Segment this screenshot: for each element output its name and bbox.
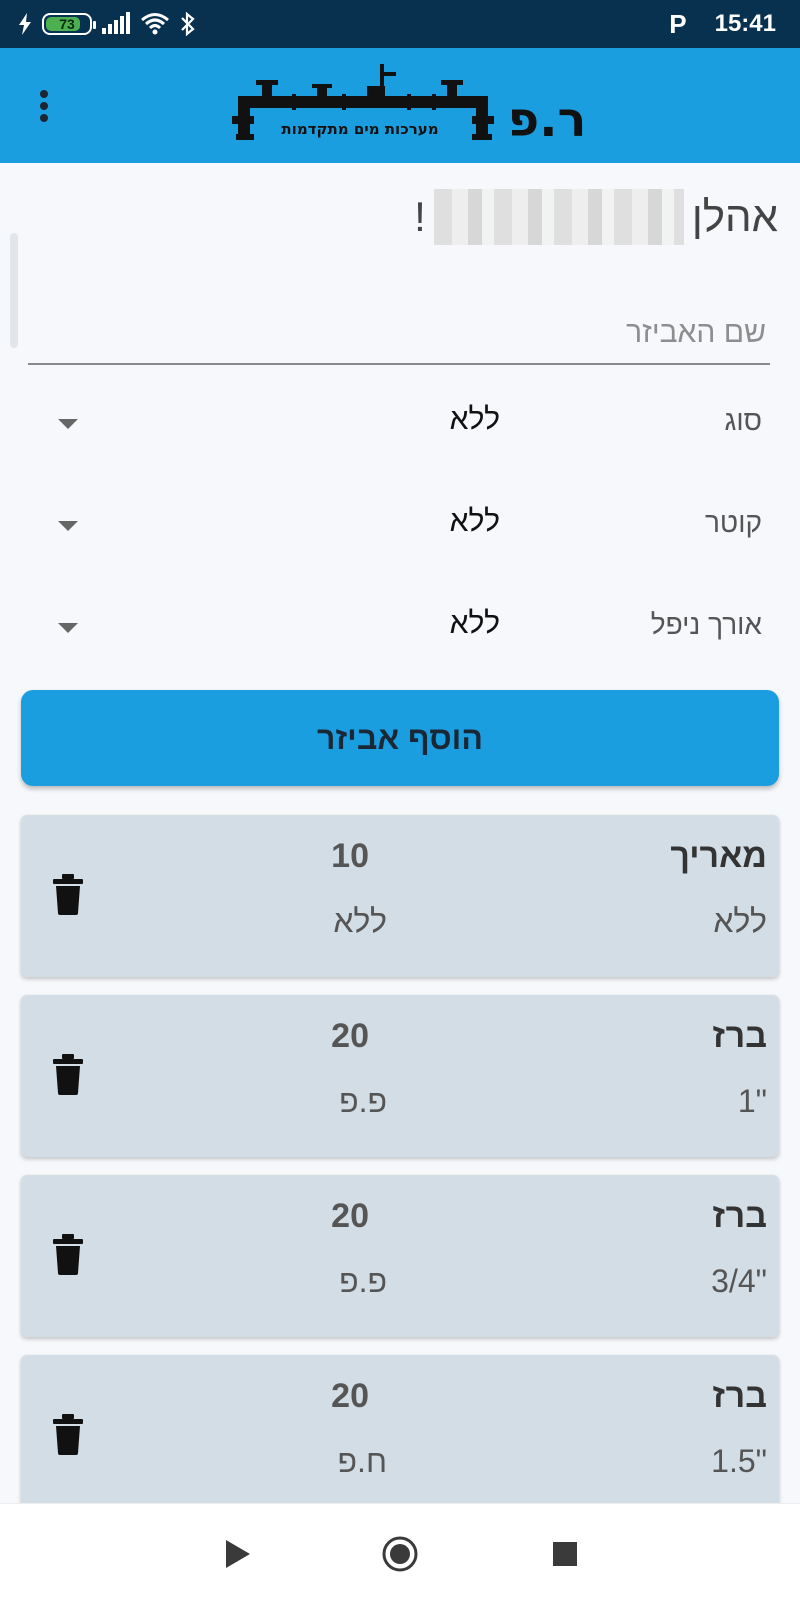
battery-icon: 73 bbox=[42, 13, 96, 35]
dropdown-arrow-icon bbox=[58, 419, 78, 429]
delete-trash-icon[interactable] bbox=[53, 1233, 83, 1275]
battery-level: 73 bbox=[59, 16, 75, 32]
type-dropdown[interactable]: סוג ללא bbox=[0, 381, 800, 471]
redacted-user-name bbox=[433, 189, 684, 245]
nipple-length-label: אורך ניפל bbox=[650, 609, 762, 640]
wifi-icon bbox=[141, 13, 169, 35]
charging-bolt-icon bbox=[19, 13, 31, 35]
signal-icon bbox=[102, 12, 130, 34]
item-card: ברז 20 3/4" פ.פ bbox=[21, 1175, 779, 1337]
diameter-dropdown[interactable]: קוטר ללא bbox=[0, 483, 800, 573]
item-name: ברז bbox=[712, 1377, 767, 1415]
item-quantity: 20 bbox=[331, 1377, 369, 1415]
type-value: ללא bbox=[449, 403, 500, 436]
recents-square-icon[interactable] bbox=[545, 1534, 585, 1574]
status-left-icons: 73 bbox=[18, 10, 196, 38]
item-name: ברז bbox=[712, 1197, 767, 1235]
app-bar: מערכות מים מתקדמות ר.פ bbox=[0, 48, 800, 163]
main-content: אהלן ! סוג ללא קוטר ללא אורך ניפל ללא הו… bbox=[0, 163, 800, 1517]
delete-trash-icon[interactable] bbox=[53, 873, 83, 915]
company-logo: מערכות מים מתקדמות ר.פ bbox=[232, 64, 587, 148]
bluetooth-icon bbox=[181, 12, 195, 36]
item-name: מאריך bbox=[670, 837, 767, 875]
item-quantity: 20 bbox=[331, 1197, 369, 1235]
status-right: P 15:41 bbox=[669, 8, 776, 40]
item-size: 1" bbox=[737, 1083, 767, 1119]
status-time: 15:41 bbox=[714, 10, 776, 37]
item-name: ברז bbox=[712, 1017, 767, 1055]
item-size: 1.5" bbox=[711, 1443, 767, 1479]
item-quantity: 20 bbox=[331, 1017, 369, 1055]
item-connection: ח.פ bbox=[337, 1443, 387, 1479]
more-vertical-icon[interactable] bbox=[28, 86, 60, 126]
add-accessory-button[interactable]: הוסף אביזר bbox=[21, 690, 779, 786]
system-nav-bar bbox=[0, 1503, 800, 1600]
status-bar: 73 P 15:41 bbox=[0, 0, 800, 48]
back-triangle-icon[interactable] bbox=[218, 1534, 258, 1574]
type-label: סוג bbox=[724, 405, 762, 436]
dropdown-arrow-icon bbox=[58, 623, 78, 633]
nipple-length-dropdown[interactable]: אורך ניפל ללא bbox=[0, 585, 800, 675]
delete-trash-icon[interactable] bbox=[53, 1053, 83, 1095]
accessory-name-input[interactable] bbox=[28, 303, 770, 365]
item-card: ברז 20 1.5" ח.פ bbox=[21, 1355, 779, 1517]
greeting-exclaim: ! bbox=[414, 193, 426, 240]
delete-trash-icon[interactable] bbox=[53, 1413, 83, 1455]
greeting: אהלן ! bbox=[414, 189, 778, 245]
parking-p-icon: P bbox=[669, 8, 687, 39]
diameter-value: ללא bbox=[449, 505, 500, 538]
nipple-length-value: ללא bbox=[449, 607, 500, 640]
item-card: ברז 20 1" פ.פ bbox=[21, 995, 779, 1157]
logo-tagline: מערכות מים מתקדמות bbox=[281, 120, 438, 138]
dropdown-arrow-icon bbox=[58, 521, 78, 531]
home-circle-icon[interactable] bbox=[380, 1534, 420, 1574]
logo-initials: ר.פ bbox=[508, 92, 587, 148]
item-size: ללא bbox=[713, 903, 767, 939]
item-connection: ללא bbox=[333, 903, 387, 939]
item-connection: פ.פ bbox=[339, 1083, 387, 1119]
item-quantity: 10 bbox=[331, 837, 369, 875]
item-size: 3/4" bbox=[711, 1263, 767, 1299]
scrollbar[interactable] bbox=[10, 233, 18, 348]
item-connection: פ.פ bbox=[339, 1263, 387, 1299]
diameter-label: קוטר bbox=[704, 507, 762, 538]
greeting-hello: אהלן bbox=[691, 193, 778, 240]
item-card: מאריך 10 ללא ללא bbox=[21, 815, 779, 977]
